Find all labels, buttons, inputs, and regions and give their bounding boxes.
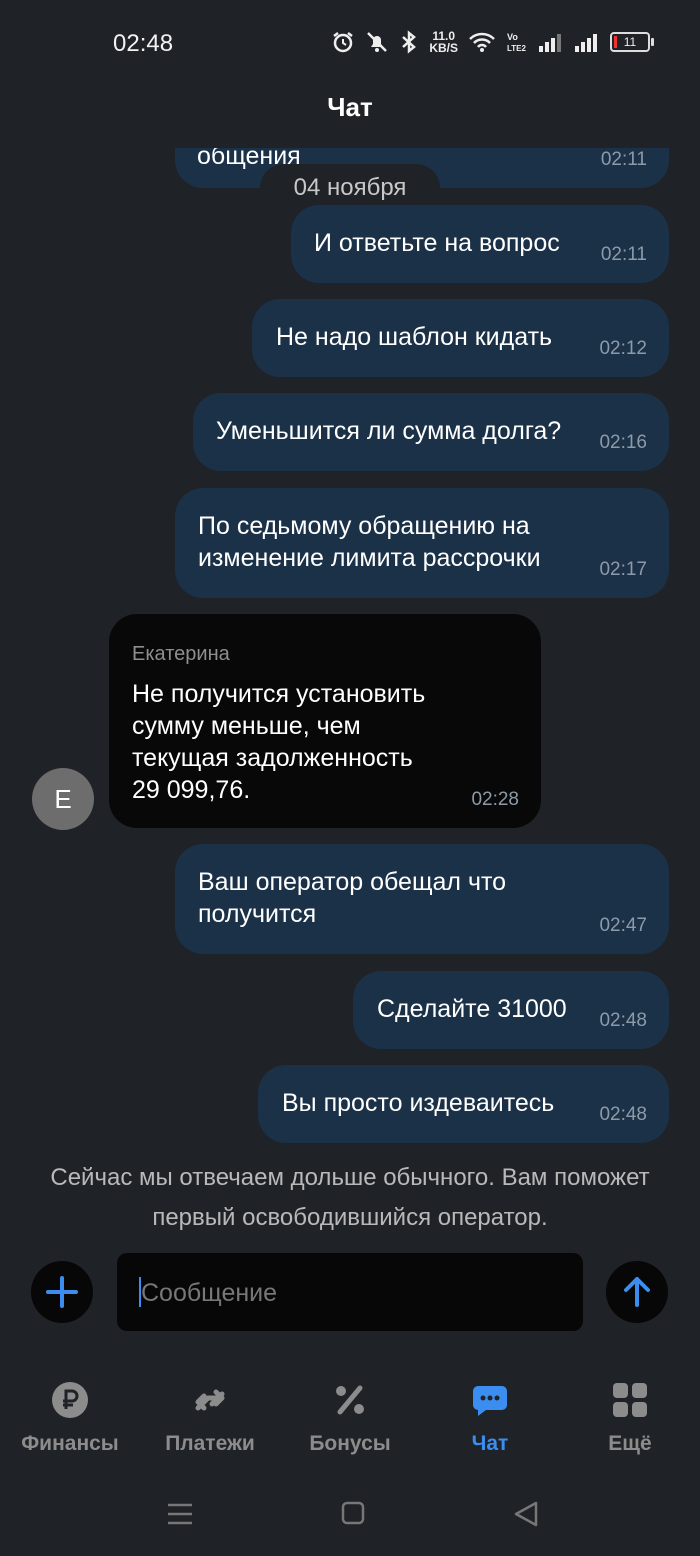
message-bubble-outgoing[interactable]: И ответьте на вопрос 02:11 xyxy=(291,205,669,283)
message-text-line: Не получится установить xyxy=(132,680,426,708)
message-time: 02:47 xyxy=(599,915,647,936)
back-icon[interactable] xyxy=(512,1500,540,1528)
message-time: 02:48 xyxy=(599,1010,647,1031)
tab-label: Чат xyxy=(471,1432,509,1455)
message-time: 02:28 xyxy=(471,789,519,810)
bottom-tab-bar: Финансы Платежи Бонусы Чат Ещё xyxy=(0,1370,700,1470)
message-time: 02:11 xyxy=(600,149,647,170)
message-text-line: изменение лимита рассрочки xyxy=(198,544,541,572)
chat-icon xyxy=(473,1386,507,1416)
message-time: 02:12 xyxy=(599,338,647,359)
alarm-icon xyxy=(333,32,354,53)
mute-icon xyxy=(367,32,388,52)
status-icons: 11.0 KB/S Vo LTE2 11 xyxy=(331,29,654,55)
svg-text:Vo: Vo xyxy=(507,32,518,42)
battery-icon: 11 xyxy=(610,32,654,52)
send-button[interactable] xyxy=(606,1261,668,1323)
chat-messages[interactable]: общения 02:11 04 ноября И ответьте на во… xyxy=(0,148,700,1148)
bluetooth-icon xyxy=(402,30,417,54)
status-time: 02:48 xyxy=(113,30,174,57)
tab-chat[interactable]: Чат xyxy=(420,1370,560,1456)
message-text-line: текущая задолженность xyxy=(132,744,413,772)
message-time: 02:17 xyxy=(599,559,647,580)
text-cursor xyxy=(139,1277,141,1307)
tab-payments[interactable]: Платежи xyxy=(140,1370,280,1456)
message-bubble-outgoing[interactable]: Вы просто издеваитесь 02:48 xyxy=(258,1065,669,1143)
message-bubble-outgoing[interactable]: Сделайте 31000 02:48 xyxy=(353,971,669,1049)
signal-icon xyxy=(539,34,561,52)
message-text: общения xyxy=(197,148,301,170)
ruble-icon xyxy=(52,1382,88,1418)
message-bubble-outgoing[interactable]: Уменьшится ли сумма долга? 02:16 xyxy=(193,393,669,471)
message-time: 02:16 xyxy=(599,432,647,453)
message-text-line: получится xyxy=(198,900,317,928)
svg-text:LTE2: LTE2 xyxy=(507,44,527,53)
plus-icon xyxy=(46,1276,78,1308)
message-bubble-outgoing[interactable]: Не надо шаблон кидать 02:12 xyxy=(252,299,669,377)
home-icon[interactable] xyxy=(340,1500,366,1526)
wifi-icon xyxy=(469,32,495,52)
tab-label: Бонусы xyxy=(309,1432,391,1455)
wait-notice: Сейчас мы отвечаем дольше обычного. Вам … xyxy=(50,1164,650,1231)
message-text-line: Ваш оператор обещал что xyxy=(198,868,507,896)
tab-label: Ещё xyxy=(608,1432,652,1455)
message-text-line: По седьмому обращению на xyxy=(198,512,530,540)
system-nav-bar xyxy=(0,1490,700,1540)
status-bar: 02:48 11.0 KB/S Vo LTE2 11 xyxy=(0,0,700,90)
message-text-line: сумму меньше, чем xyxy=(132,712,361,740)
menu-icon[interactable] xyxy=(166,1500,194,1528)
message-time: 02:11 xyxy=(600,244,647,265)
tab-more[interactable]: Ещё xyxy=(560,1370,700,1456)
transfer-icon xyxy=(195,1389,225,1411)
signal-icon xyxy=(575,34,597,52)
tab-label: Платежи xyxy=(165,1432,255,1455)
message-bubble-outgoing[interactable]: По седьмому обращению на изменение лимит… xyxy=(175,488,669,598)
net-speed: 11.0 KB/S xyxy=(429,29,458,55)
attach-button[interactable] xyxy=(31,1261,93,1323)
avatar[interactable]: Е xyxy=(32,768,94,830)
tab-finances[interactable]: Финансы xyxy=(0,1370,140,1456)
arrow-up-icon xyxy=(624,1277,650,1307)
page-title: Чат xyxy=(327,92,373,122)
tab-bonuses[interactable]: Бонусы xyxy=(280,1370,420,1456)
sender-name: Екатерина xyxy=(132,643,230,665)
percent-icon xyxy=(336,1385,364,1415)
tab-label: Финансы xyxy=(21,1432,119,1455)
message-time: 02:48 xyxy=(599,1104,647,1125)
message-bubble-incoming[interactable]: Екатерина Не получится установить сумму … xyxy=(109,614,541,828)
message-input[interactable] xyxy=(139,1253,563,1333)
grid-icon xyxy=(613,1383,647,1417)
message-composer xyxy=(0,1250,700,1334)
volte-icon: Vo LTE2 xyxy=(507,32,527,53)
message-input-box[interactable] xyxy=(117,1253,583,1333)
message-bubble-outgoing[interactable]: Ваш оператор обещал что получится 02:47 xyxy=(175,844,669,954)
